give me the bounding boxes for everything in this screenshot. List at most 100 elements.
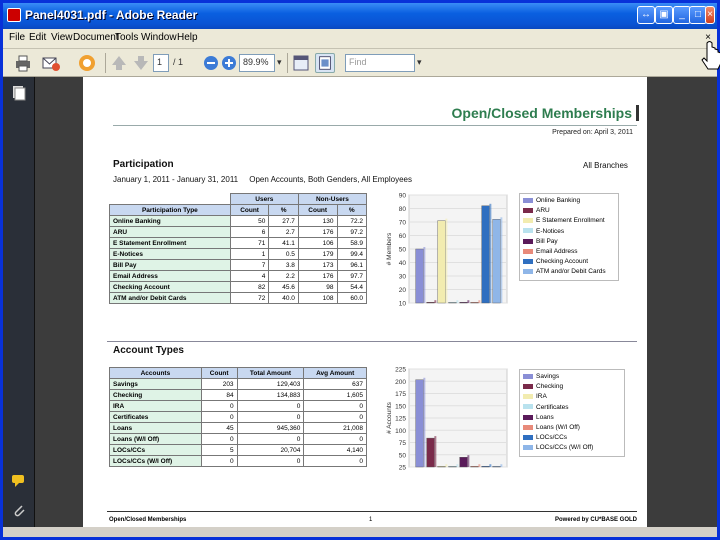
page-total: / 1 xyxy=(173,57,184,67)
bar-atm-and-or-debit-cards xyxy=(492,217,503,304)
find-input[interactable]: Find xyxy=(345,54,415,72)
table-cell: 50 xyxy=(229,215,270,227)
row-label: Online Banking xyxy=(109,215,231,227)
find-options-chevron-down-icon[interactable]: ▾ xyxy=(417,57,422,68)
bar-savings xyxy=(415,377,426,468)
menu-file[interactable]: File xyxy=(9,32,25,43)
table-cell: 0 xyxy=(236,455,305,467)
page-number-input[interactable]: 1 xyxy=(153,54,169,72)
collaborate-icon[interactable] xyxy=(77,53,97,73)
legend-swatch xyxy=(523,197,533,203)
fit-page-icon[interactable] xyxy=(315,53,335,73)
table-cell: 7 xyxy=(229,259,270,271)
legend-swatch xyxy=(523,238,533,244)
table-row: Loans 45 945,360 21,008 xyxy=(109,422,367,434)
legend-item: E-Notices xyxy=(523,227,615,237)
table-cell: 97.2 xyxy=(336,226,367,238)
prepared-date: Prepared on: April 3, 2011 xyxy=(552,129,633,136)
legend-label: ATM and/or Debit Cards xyxy=(536,268,606,276)
legend-item: Loans xyxy=(523,413,621,423)
table-cell: 108 xyxy=(297,292,338,304)
account-column-header: Total Amount xyxy=(236,367,305,379)
attachments-paperclip-icon[interactable] xyxy=(11,503,27,519)
y-tick-label: 40 xyxy=(399,260,407,267)
table-cell: 5 xyxy=(200,444,238,456)
menu-view[interactable]: View xyxy=(51,32,73,43)
table-cell: 72 xyxy=(229,292,270,304)
participation-column-header: Count xyxy=(229,204,270,216)
legend-label: Savings xyxy=(536,373,560,380)
fit-width-icon[interactable] xyxy=(291,53,311,73)
fullscreen-button[interactable]: ▣ xyxy=(655,6,673,24)
account-column-header: Avg Amount xyxy=(303,367,367,379)
y-tick-label: 50 xyxy=(399,247,407,254)
y-axis-label: # Members xyxy=(386,232,393,265)
menu-document[interactable]: Document xyxy=(73,32,119,43)
email-icon[interactable] xyxy=(41,53,61,73)
table-cell: 58.9 xyxy=(336,237,367,249)
toolbar-separator xyxy=(105,53,106,73)
next-page-icon[interactable] xyxy=(131,53,151,73)
legend-item: LOCs/CCs xyxy=(523,433,621,443)
table-row: LOCs/CCs (W/I Off) 0 0 0 xyxy=(109,455,367,467)
table-cell: 0 xyxy=(303,433,367,445)
participation-column-header: Count xyxy=(297,204,338,216)
legend-label: Online Banking xyxy=(536,197,581,204)
table-cell: 98 xyxy=(297,281,338,293)
legend-label: Certificates xyxy=(536,403,569,411)
table-cell: 4,140 xyxy=(303,444,367,456)
zoom-out-icon[interactable] xyxy=(201,53,221,73)
zoom-level-input[interactable]: 89.9% xyxy=(239,54,275,72)
table-row: Checking Account 82 45.6 98 54.4 xyxy=(109,281,367,293)
title-bar[interactable]: Panel4031.pdf - Adobe Reader ↔ ▣ _ □ × xyxy=(3,3,717,29)
participation-subtitle: January 1, 2011 - January 31, 2011 Open … xyxy=(113,175,412,184)
comments-icon[interactable] xyxy=(11,473,27,489)
y-tick-label: 50 xyxy=(399,452,407,459)
menu-edit[interactable]: Edit xyxy=(29,32,46,43)
legend-swatch xyxy=(523,269,533,275)
y-tick-label: 30 xyxy=(399,274,407,281)
reader-window: Panel4031.pdf - Adobe Reader ↔ ▣ _ □ × F… xyxy=(0,0,720,540)
close-button[interactable]: × xyxy=(705,6,715,24)
table-cell: 0 xyxy=(200,411,238,423)
legend-swatch xyxy=(523,414,533,420)
branch-scope: All Branches xyxy=(583,161,628,170)
y-tick-label: 225 xyxy=(395,367,406,374)
pages-icon[interactable] xyxy=(11,85,27,101)
adobe-reader-icon xyxy=(7,8,21,22)
legend-item: Email Address xyxy=(523,247,615,257)
row-label: E-Notices xyxy=(109,248,231,260)
y-tick-label: 100 xyxy=(395,428,406,435)
table-cell: 0 xyxy=(236,400,305,412)
account-types-table: Accounts Count Total Amount Avg Amount Savi… xyxy=(109,367,367,467)
legend-label: Email Address xyxy=(536,247,578,255)
menu-help[interactable]: Help xyxy=(177,32,198,43)
legend-swatch xyxy=(523,258,533,264)
row-label: ATM and/or Debit Cards xyxy=(109,292,231,304)
table-cell: 54.4 xyxy=(336,281,367,293)
zoom-in-icon[interactable] xyxy=(219,53,239,73)
legend-label: LOCs/CCs (W/I Off) xyxy=(536,444,594,452)
row-label: Checking xyxy=(109,389,202,401)
zoom-dropdown-chevron-down-icon[interactable]: ▾ xyxy=(277,57,282,68)
table-cell: 945,360 xyxy=(236,422,305,434)
menu-window[interactable]: Window xyxy=(141,32,177,43)
account-types-title: Account Types xyxy=(113,345,184,356)
legend-item: IRA xyxy=(523,392,621,402)
y-tick-label: 60 xyxy=(399,233,407,240)
legend-item: Checking xyxy=(523,382,621,392)
participation-column-header: % xyxy=(336,204,367,216)
print-icon[interactable] xyxy=(13,53,33,73)
legend-swatch xyxy=(523,434,533,440)
previous-page-icon[interactable] xyxy=(109,53,129,73)
legend-item: E Statement Enrollment xyxy=(523,216,615,226)
status-bar xyxy=(3,527,717,537)
menu-tools[interactable]: Tools xyxy=(115,32,138,43)
document-area[interactable]: Open/Closed Memberships Prepared on: Apr… xyxy=(35,77,717,527)
table-cell: 3.8 xyxy=(268,259,299,271)
table-cell: 134,883 xyxy=(236,389,305,401)
participation-table: Users Non-Users Participation Type Count%… xyxy=(109,193,368,304)
restore-view-button[interactable]: ↔ xyxy=(637,6,655,24)
bar-checking xyxy=(426,436,437,468)
participation-column-header: Participation Type xyxy=(109,204,231,216)
